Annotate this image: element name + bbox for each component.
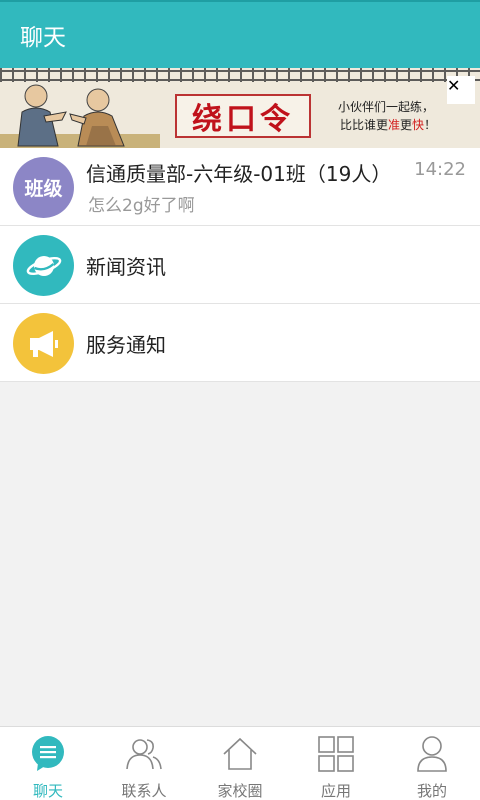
nav-label: 家校圈 (217, 782, 263, 800)
megaphone-icon (29, 330, 58, 357)
chat-preview: 怎么2g好了啊 (88, 196, 195, 216)
chat-time: 14:22 (414, 159, 466, 180)
page-title: 聊天 (20, 25, 66, 51)
planet-icon (26, 255, 61, 276)
chat-item-news[interactable]: 新闻资讯 (0, 226, 480, 304)
nav-item-me[interactable]: 我的 (384, 727, 480, 800)
promo-banner[interactable]: 绕口令 小伙伴们一起练， 比比谁更准更快！ (0, 68, 480, 148)
nav-label: 聊天 (32, 782, 63, 800)
nav-label: 联系人 (121, 782, 167, 800)
avatar: 班级 (13, 157, 74, 218)
nav-label: 我的 (416, 782, 447, 800)
chat-item-class-group[interactable]: 班级 信通质量部-六年级-01班（19人） 14:22 怎么2g好了啊 (0, 148, 480, 226)
apps-grid-icon (317, 735, 355, 773)
nav-item-school-circle[interactable]: 家校圈 (192, 727, 288, 800)
banner-title: 绕口令 (175, 94, 311, 138)
person-icon (413, 735, 451, 773)
chat-item-service-notice[interactable]: 服务通知 (0, 304, 480, 382)
chat-name: 服务通知 (86, 333, 166, 357)
app-header: 聊天 (0, 2, 480, 68)
avatar (13, 313, 74, 374)
bottom-nav: 聊天 联系人 家校圈 应用 我的 (0, 726, 480, 800)
slogan-line-2: 比比谁更准更快！ (340, 118, 437, 132)
close-icon: ✕ (447, 76, 461, 95)
nav-label: 应用 (320, 782, 351, 800)
contacts-icon (125, 735, 163, 773)
chat-list: 班级 信通质量部-六年级-01班（19人） 14:22 怎么2g好了啊 新闻资讯… (0, 148, 480, 382)
avatar (13, 235, 74, 296)
close-banner-button[interactable]: ✕ (447, 76, 475, 104)
chat-name: 信通质量部-六年级-01班（19人） (86, 162, 392, 186)
banner-illustration (0, 84, 160, 148)
chat-icon (29, 735, 67, 773)
chat-name: 新闻资讯 (86, 255, 166, 279)
nav-item-chat[interactable]: 聊天 (0, 727, 96, 800)
nav-item-contacts[interactable]: 联系人 (96, 727, 192, 800)
nav-item-apps[interactable]: 应用 (288, 727, 384, 800)
banner-fret-border (0, 68, 480, 82)
home-icon (221, 735, 259, 773)
